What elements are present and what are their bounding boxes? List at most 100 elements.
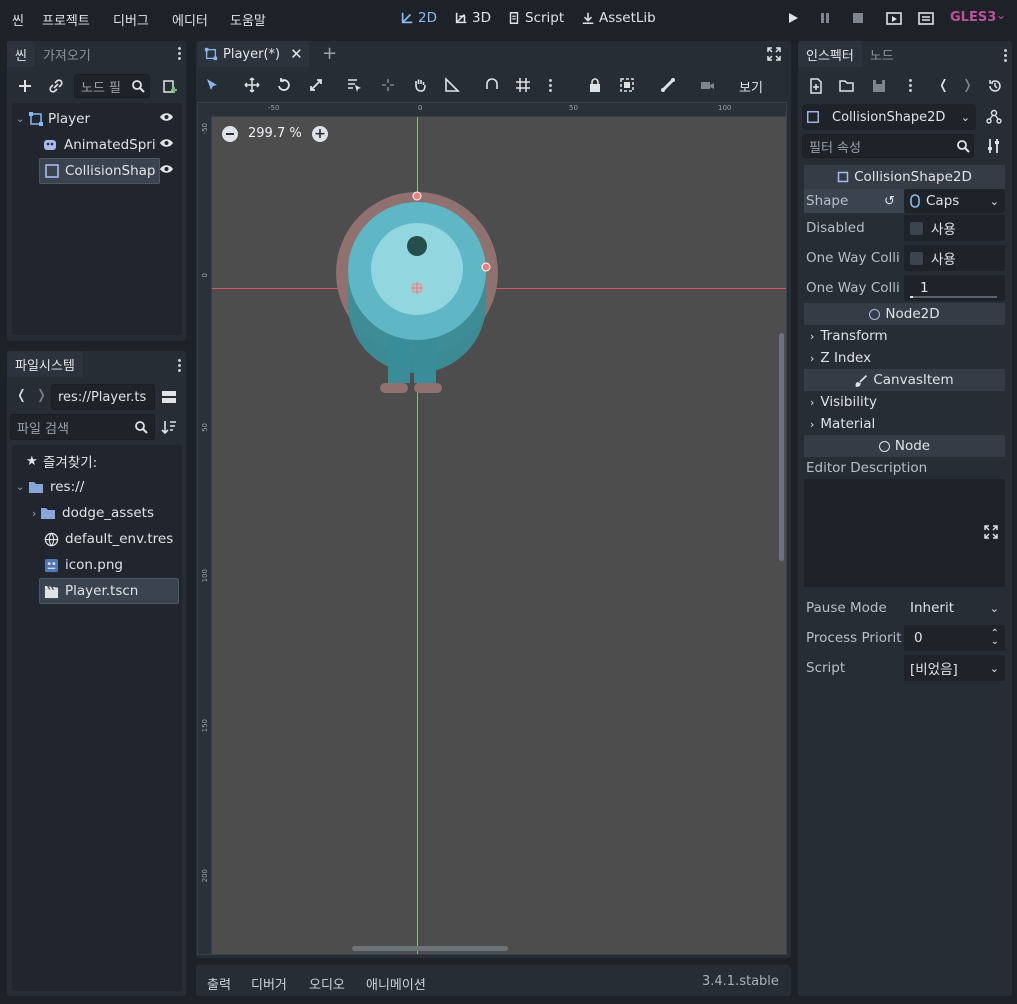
play-scene-icon[interactable] [886, 11, 902, 25]
tab-inspector[interactable]: 인스펙터 [798, 41, 862, 67]
eye-icon[interactable] [159, 137, 174, 153]
tab-debugger[interactable]: 디버거 [251, 974, 287, 993]
select-tool-icon[interactable] [201, 74, 223, 96]
menu-kebab-icon[interactable] [548, 79, 552, 92]
menu-debug[interactable]: 디버그 [113, 10, 149, 29]
sort-icon[interactable] [161, 419, 177, 439]
group-visibility[interactable]: › Visibility [804, 391, 1005, 413]
expand-icon[interactable] [984, 525, 998, 543]
mode-2d-button[interactable]: 2D [400, 10, 437, 26]
nav-forward-icon[interactable]: ❭ [36, 388, 47, 403]
group-transform[interactable]: › Transform [804, 325, 1005, 347]
spin-arrows-icon[interactable]: ⌃ ⌄ [991, 629, 999, 647]
menu-kebab-icon[interactable] [908, 79, 912, 92]
pivot-tool-icon[interactable] [377, 74, 399, 96]
shape-resource-picker[interactable]: Caps ⌄ [904, 189, 1005, 213]
tab-node[interactable]: 노드 [862, 41, 902, 67]
chevron-down-icon[interactable]: ⌄ [16, 114, 28, 125]
folder-dodge-assets[interactable]: › dodge_assets [32, 500, 154, 526]
tree-node-collisionshape[interactable]: CollisionShap [39, 158, 160, 184]
scene-tab[interactable]: Player(*) ✕ [198, 41, 309, 67]
tab-import[interactable]: 가져오기 [35, 41, 99, 67]
chevron-down-icon[interactable]: ⌄ [996, 8, 1006, 22]
path-field[interactable]: res://Player.ts [51, 384, 155, 410]
editor-description-textarea[interactable] [804, 479, 1005, 587]
snap-icon[interactable] [481, 74, 503, 96]
group-icon[interactable] [616, 74, 638, 96]
process-priority-spinbox[interactable]: 0 ⌃ ⌄ [904, 625, 1005, 651]
file-default-env[interactable]: default_env.tres [44, 526, 173, 552]
chevron-right-icon[interactable]: › [32, 507, 40, 520]
tab-output[interactable]: 출력 [207, 974, 231, 993]
save-icon[interactable] [868, 75, 890, 97]
open-folder-icon[interactable] [836, 75, 858, 97]
canvas-viewport[interactable]: -50 0 50 100 -50 0 50 100 150 200 299.7 … [197, 102, 787, 955]
tree-node-animatedsprite[interactable]: AnimatedSpri [42, 132, 160, 158]
grid-snap-icon[interactable] [512, 74, 534, 96]
history-icon[interactable] [984, 75, 1006, 97]
file-icon-png[interactable]: icon.png [44, 552, 123, 578]
zoom-out-icon[interactable] [222, 126, 238, 142]
stop-icon[interactable] [851, 11, 865, 25]
menu-kebab-icon[interactable] [177, 359, 181, 372]
new-resource-icon[interactable] [805, 75, 827, 97]
vertical-scrollbar[interactable] [779, 333, 784, 561]
menu-project[interactable]: 프로젝트 [42, 10, 90, 29]
view-menu[interactable]: 보기 [739, 77, 763, 96]
menu-editor[interactable]: 에디터 [172, 10, 208, 29]
add-tab-icon[interactable]: + [322, 43, 337, 64]
favorites-row[interactable]: ★ 즐겨찾기: [26, 448, 97, 474]
property-filter-input[interactable]: 필터 속성 [802, 134, 974, 158]
menu-help[interactable]: 도움말 [230, 10, 266, 29]
camera-override-icon[interactable] [696, 74, 718, 96]
mode-3d-button[interactable]: 3D [454, 10, 491, 26]
close-icon[interactable]: ✕ [290, 45, 303, 63]
pause-mode-select[interactable]: Inherit ⌄ [904, 595, 1005, 621]
bone-icon[interactable] [657, 74, 679, 96]
pan-tool-icon[interactable] [409, 74, 431, 96]
chevron-down-icon[interactable]: ⌄ [16, 482, 28, 493]
history-back-icon[interactable]: ❬ [938, 78, 949, 93]
disabled-checkbox[interactable]: 사용 [904, 215, 1005, 241]
move-tool-icon[interactable] [241, 74, 263, 96]
eye-icon[interactable] [159, 163, 174, 179]
tools-icon[interactable] [983, 135, 1005, 157]
tab-animation[interactable]: 애니메이션 [366, 974, 426, 993]
menu-kebab-icon[interactable] [1003, 49, 1007, 62]
revert-icon[interactable]: ↺ [884, 194, 904, 209]
rotate-tool-icon[interactable] [273, 74, 295, 96]
eye-icon[interactable] [159, 111, 174, 127]
script-resource-picker[interactable]: [비었음] ⌄ [904, 655, 1005, 681]
split-view-icon[interactable] [161, 389, 177, 409]
tab-filesystem[interactable]: 파일시스템 [7, 351, 83, 377]
horizontal-scrollbar[interactable] [352, 946, 508, 951]
menu-scene[interactable]: 씬 [12, 10, 24, 29]
zoom-level[interactable]: 299.7 % [248, 126, 302, 141]
object-selector[interactable]: CollisionShape2D ⌄ [802, 104, 976, 130]
distraction-free-icon[interactable] [767, 47, 781, 65]
list-select-icon[interactable] [343, 74, 365, 96]
tree-node-player[interactable]: ⌄ Player [16, 106, 180, 132]
history-forward-icon[interactable]: ❭ [962, 78, 973, 93]
tab-audio[interactable]: 오디오 [309, 974, 345, 993]
one-way-margin-slider[interactable]: 1 [904, 275, 1005, 301]
mode-script-button[interactable]: Script [507, 10, 564, 26]
scale-tool-icon[interactable] [305, 74, 327, 96]
pause-icon[interactable] [818, 11, 832, 25]
mode-assetlib-button[interactable]: AssetLib [581, 10, 656, 26]
menu-kebab-icon[interactable] [177, 47, 181, 60]
play-custom-scene-icon[interactable] [918, 11, 934, 25]
nav-back-icon[interactable]: ❬ [16, 388, 27, 403]
ruler-tool-icon[interactable] [441, 74, 463, 96]
group-zindex[interactable]: › Z Index [804, 347, 1005, 369]
group-material[interactable]: › Material [804, 413, 1005, 435]
instance-scene-icon[interactable] [159, 75, 181, 97]
file-player-tscn[interactable]: Player.tscn [39, 578, 179, 604]
tab-scene[interactable]: 씬 [7, 41, 35, 67]
one-way-checkbox[interactable]: 사용 [904, 245, 1005, 271]
link-icon[interactable] [45, 75, 67, 97]
renderer-label[interactable]: GLES3 [950, 10, 996, 25]
zoom-in-icon[interactable]: + [312, 126, 328, 142]
play-icon[interactable] [786, 11, 800, 25]
object-tree-icon[interactable] [983, 106, 1005, 128]
